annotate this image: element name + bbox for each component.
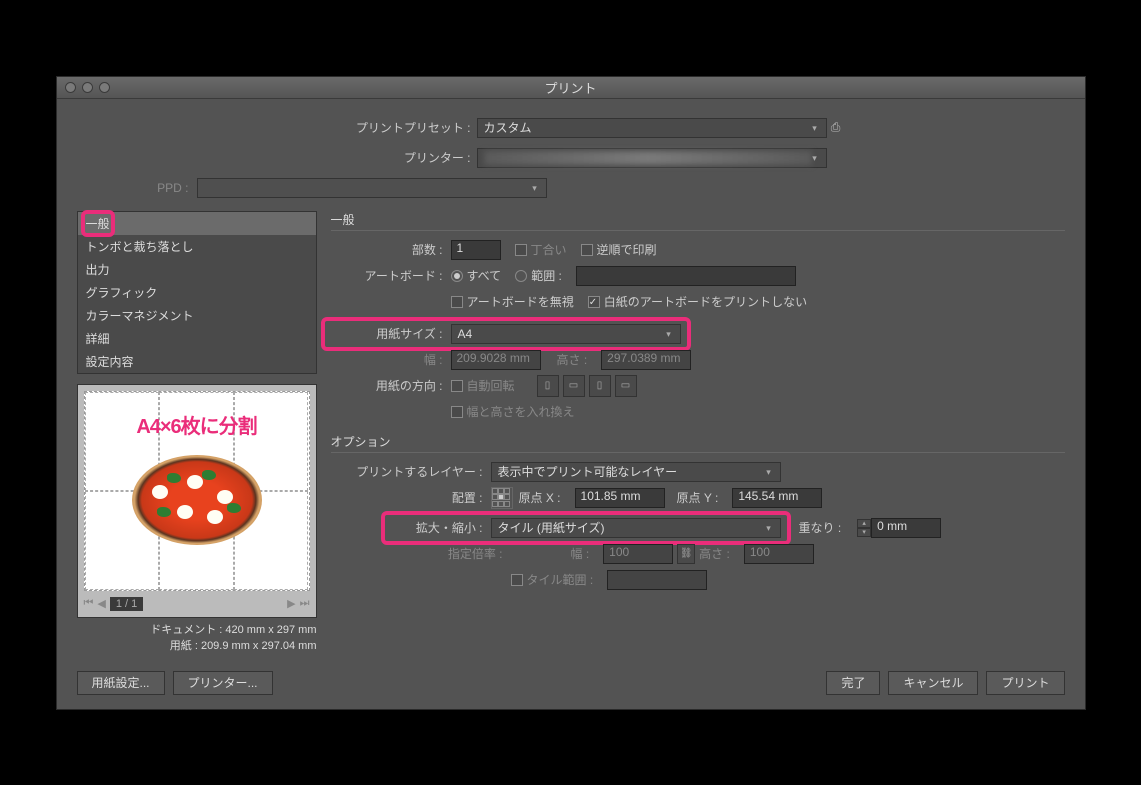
ppd-label: PPD : <box>77 181 197 195</box>
artboard-label: アートボード : <box>331 267 451 284</box>
print-dialog: プリント プリントプリセット : カスタム▾ ⎙ プリンター : ▾ PPD :… <box>56 76 1086 710</box>
orient-label: 用紙の方向 : <box>331 377 451 394</box>
artboard-range-radio[interactable] <box>515 270 527 282</box>
nav-page: 1 / 1 <box>110 597 143 611</box>
page-setup-button[interactable]: 用紙設定... <box>77 671 165 695</box>
scale-h-input: 100 <box>744 544 814 564</box>
nav-last-icon[interactable]: ⏭ <box>300 597 310 610</box>
preview-panel: A4×6枚に分割 <box>77 384 317 618</box>
chevron-down-icon: ▾ <box>528 182 542 196</box>
ratio-label: 指定倍率 : <box>331 545 511 562</box>
scale-w-input: 100 <box>603 544 673 564</box>
printer-button[interactable]: プリンター... <box>173 671 273 695</box>
orient-landscape-rev-icon[interactable]: ▭ <box>615 375 637 397</box>
chevron-down-icon: ▾ <box>808 152 822 166</box>
printer-select[interactable]: ▾ <box>477 148 827 168</box>
tile-range-input <box>607 570 707 590</box>
origin-y-input[interactable]: 145.54 mm <box>732 488 822 508</box>
scale-label: 拡大・縮小 : <box>391 519 491 536</box>
copies-label: 部数 : <box>331 241 451 258</box>
traffic-dot <box>82 82 93 93</box>
orient-portrait-icon[interactable]: ▯ <box>537 375 559 397</box>
window-title: プリント <box>544 78 596 97</box>
scale-select[interactable]: タイル (用紙サイズ)▾ <box>491 518 781 538</box>
preset-select[interactable]: カスタム▾ <box>477 118 827 138</box>
doc-info: ドキュメント : 420 mm x 297 mm 用紙 : 209.9 mm x… <box>77 622 317 655</box>
layers-select[interactable]: 表示中でプリント可能なレイヤー▾ <box>491 462 781 482</box>
traffic-dot <box>65 82 76 93</box>
preview-nav: ⏮ ◀ 1 / 1 ▶ ⏭ <box>84 597 310 611</box>
range-input[interactable] <box>576 266 796 286</box>
artboard-all-radio[interactable] <box>451 270 463 282</box>
orient-buttons: ▯ ▭ ▯ ▭ <box>537 375 637 397</box>
anchor-widget[interactable] <box>491 487 513 509</box>
preview-canvas: A4×6枚に分割 <box>84 391 310 591</box>
printer-label: プリンター : <box>77 149 477 166</box>
swap-wh-checkbox <box>451 406 463 418</box>
layers-label: プリントするレイヤー : <box>331 463 491 480</box>
auto-rotate-checkbox[interactable] <box>451 380 463 392</box>
nav-prev-icon[interactable]: ◀ <box>97 597 105 610</box>
width-input: 209.9028 mm <box>451 350 541 370</box>
copies-input[interactable]: 1 <box>451 240 501 260</box>
cat-summary[interactable]: 設定内容 <box>78 350 316 373</box>
cat-general[interactable]: 一般 <box>78 212 316 235</box>
cat-colormgmt[interactable]: カラーマネジメント <box>78 304 316 327</box>
ppd-select: ▾ <box>197 178 547 198</box>
origin-x-input[interactable]: 101.85 mm <box>575 488 665 508</box>
paper-size-select[interactable]: A4▾ <box>451 324 681 344</box>
section-options-title: オプション <box>331 433 1065 453</box>
preview-artwork <box>132 455 262 545</box>
paper-size-label: 用紙サイズ : <box>331 325 451 342</box>
traffic-dot <box>99 82 110 93</box>
scale-highlight: 拡大・縮小 : タイル (用紙サイズ)▾ <box>381 511 791 545</box>
chevron-down-icon: ▾ <box>662 328 676 342</box>
save-preset-icon[interactable]: ⎙ <box>827 120 845 135</box>
print-button[interactable]: プリント <box>986 671 1064 695</box>
orient-portrait-rev-icon[interactable]: ▯ <box>589 375 611 397</box>
titlebar: プリント <box>57 77 1085 99</box>
section-general-title: 一般 <box>331 211 1065 231</box>
cat-graphics[interactable]: グラフィック <box>78 281 316 304</box>
cat-output[interactable]: 出力 <box>78 258 316 281</box>
cat-marks[interactable]: トンボと裁ち落とし <box>78 235 316 258</box>
skip-blank-checkbox[interactable] <box>588 296 600 308</box>
done-button[interactable]: 完了 <box>826 671 880 695</box>
nav-next-icon[interactable]: ▶ <box>287 597 295 610</box>
chevron-down-icon: ▾ <box>808 122 822 136</box>
preset-label: プリントプリセット : <box>77 119 477 136</box>
overlap-stepper[interactable]: ▴▾ <box>857 519 871 537</box>
height-input: 297.0389 mm <box>601 350 691 370</box>
annotation-text: A4×6枚に分割 <box>85 410 309 439</box>
reverse-checkbox[interactable] <box>581 244 593 256</box>
printer-name-blurred <box>484 151 812 165</box>
collate-checkbox <box>515 244 527 256</box>
tile-range-checkbox <box>511 574 523 586</box>
width-label: 幅 : <box>331 351 451 368</box>
category-list: 一般 トンボと裁ち落とし 出力 グラフィック カラーマネジメント 詳細 設定内容 <box>77 211 317 374</box>
chevron-down-icon: ▾ <box>762 466 776 480</box>
overlap-input[interactable]: 0 mm <box>871 518 941 538</box>
paper-size-highlight: 用紙サイズ : A4▾ <box>321 317 691 351</box>
cat-advanced[interactable]: 詳細 <box>78 327 316 350</box>
orient-landscape-icon[interactable]: ▭ <box>563 375 585 397</box>
ignore-artboard-checkbox[interactable] <box>451 296 463 308</box>
traffic-lights <box>65 82 110 93</box>
placement-label: 配置 : <box>331 489 491 506</box>
chevron-down-icon: ▾ <box>762 522 776 536</box>
nav-first-icon[interactable]: ⏮ <box>84 597 94 610</box>
link-icon[interactable]: ⛓ <box>677 544 695 564</box>
cancel-button[interactable]: キャンセル <box>888 671 978 695</box>
